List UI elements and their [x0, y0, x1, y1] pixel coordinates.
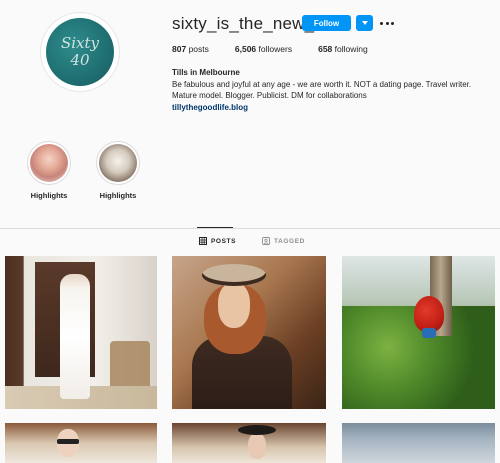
profile-stats: 807 posts 6,506 followers 658 following	[172, 44, 394, 54]
followers-count[interactable]: 6,506 followers	[235, 44, 292, 54]
post-thumbnail[interactable]	[172, 423, 326, 463]
post-thumbnail[interactable]	[5, 256, 157, 409]
avatar-logo-text-bottom: 40	[70, 51, 90, 69]
highlight-cover-image	[99, 144, 137, 182]
profile-avatar[interactable]: Sixty 40	[40, 12, 120, 92]
chevron-down-icon	[361, 21, 368, 25]
tab-tagged[interactable]: TAGGED	[262, 237, 305, 245]
following-count-value: 658	[318, 44, 333, 54]
bio-text: Be fabulous and joyful at any age - we a…	[172, 80, 472, 100]
highlight-cover-ring[interactable]	[27, 141, 71, 185]
highlight-label: Highlights	[30, 191, 68, 200]
post-thumbnail[interactable]	[342, 423, 495, 463]
suggested-dropdown-button[interactable]	[356, 15, 373, 31]
tab-tagged-label: TAGGED	[274, 237, 305, 245]
story-highlight[interactable]: Highlights	[27, 141, 71, 200]
following-count-label: following	[334, 44, 368, 54]
posts-count-value: 807	[172, 44, 187, 54]
post-thumbnail[interactable]	[342, 256, 495, 409]
followers-count-label: followers	[258, 44, 293, 54]
post-thumbnail[interactable]	[5, 423, 157, 463]
posts-count-label: posts	[188, 44, 209, 54]
highlight-cover-image	[30, 144, 68, 182]
post-thumbnail[interactable]	[172, 256, 326, 409]
avatar-logo-text-top: Sixty	[60, 34, 100, 52]
grid-icon	[199, 237, 207, 245]
tab-posts[interactable]: POSTS	[199, 237, 236, 245]
bio-link[interactable]: tillythegoodlife.blog	[172, 103, 248, 112]
highlight-label: Highlights	[99, 191, 137, 200]
follow-button[interactable]: Follow	[302, 15, 351, 31]
tagged-icon	[262, 237, 270, 245]
following-count[interactable]: 658 following	[318, 44, 368, 54]
story-highlight[interactable]: Highlights	[96, 141, 140, 200]
active-tab-indicator	[197, 227, 233, 228]
tab-posts-label: POSTS	[211, 237, 237, 245]
avatar-logo: Sixty 40	[46, 18, 114, 86]
highlight-cover-ring[interactable]	[96, 141, 140, 185]
bio-name: Tills in Melbourne	[172, 68, 240, 77]
tabs-divider	[0, 228, 500, 229]
more-options-icon[interactable]	[380, 16, 394, 30]
followers-count-value: 6,506	[234, 44, 257, 54]
posts-count: 807 posts	[172, 44, 209, 54]
